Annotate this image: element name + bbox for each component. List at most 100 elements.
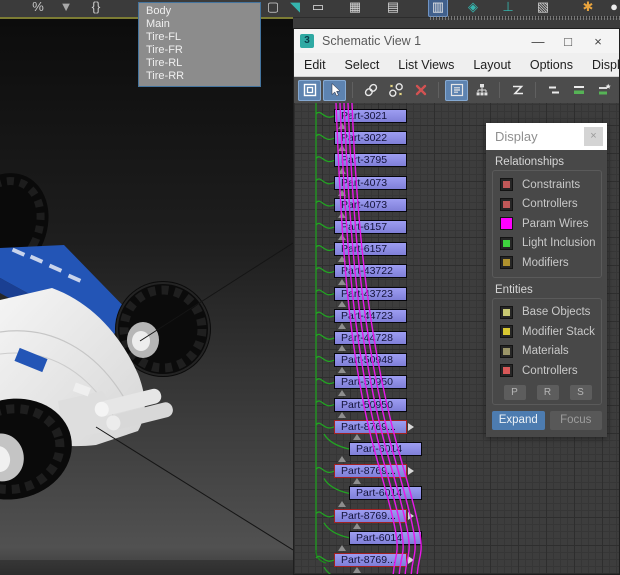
entity-checkbox-base-objects[interactable] bbox=[500, 305, 513, 319]
3dsmax-app-icon: 3 bbox=[300, 34, 314, 48]
schematic-node[interactable]: Part-3021 bbox=[334, 109, 407, 123]
render-setup-icon[interactable]: ▧ bbox=[533, 0, 553, 17]
display-floater-panel: Display × Relationships Constraints Contr… bbox=[486, 123, 607, 437]
window-titlebar[interactable]: 3 Schematic View 1 — □ × bbox=[294, 29, 619, 53]
settings-gear-icon[interactable]: ✱ bbox=[578, 0, 598, 17]
dropdown-item-tire-fr[interactable]: Tire-FR bbox=[139, 44, 260, 57]
unlink-selected-button[interactable] bbox=[384, 80, 407, 101]
close-button[interactable]: × bbox=[583, 34, 613, 49]
schematic-node[interactable]: Part-6014 bbox=[349, 530, 422, 545]
toolbar-grip-dots bbox=[430, 16, 620, 20]
dropdown-item-main[interactable]: Main bbox=[139, 18, 260, 31]
schematic-view-icon[interactable]: ▥ bbox=[428, 0, 448, 17]
schematic-node[interactable]: Part-44728 bbox=[334, 331, 407, 345]
minimize-button[interactable]: — bbox=[523, 34, 553, 49]
schematic-node[interactable]: Part-43722 bbox=[334, 264, 407, 279]
hierarchy-hook-wire bbox=[315, 467, 335, 473]
dropdown-item-tire-rr[interactable]: Tire-RR bbox=[139, 70, 260, 83]
play-flag-icon[interactable]: ◥ bbox=[285, 0, 305, 17]
schematic-node[interactable]: Part-6157 bbox=[334, 220, 407, 234]
marquee-icon[interactable]: ▭ bbox=[308, 0, 328, 17]
link-icon bbox=[364, 83, 377, 97]
schematic-node[interactable]: Part-3022 bbox=[334, 131, 407, 146]
relationship-checkbox-modifiers[interactable] bbox=[500, 256, 513, 270]
3d-viewport[interactable] bbox=[0, 17, 293, 575]
dropdown-item-body[interactable]: Body bbox=[139, 5, 260, 18]
relationship-checkbox-light-inclusion[interactable] bbox=[500, 236, 513, 250]
braces-icon[interactable]: {} bbox=[86, 0, 106, 17]
relationship-checkbox-constraints[interactable] bbox=[500, 178, 513, 192]
material-editor-icon[interactable]: ◈ bbox=[463, 0, 483, 17]
relationship-checkbox-controllers[interactable] bbox=[500, 197, 513, 211]
relationships-group-label: Relationships bbox=[495, 156, 565, 168]
focus-button[interactable]: Focus bbox=[549, 410, 602, 430]
select-icon bbox=[331, 82, 341, 97]
schematic-node[interactable]: Part-43723 bbox=[334, 286, 407, 301]
schematic-node[interactable]: Part-8769... bbox=[334, 553, 414, 567]
schematic-node[interactable]: Part-6157 bbox=[334, 242, 407, 257]
align-tool-icon[interactable]: ⊥ bbox=[498, 0, 518, 17]
align1-icon bbox=[548, 86, 559, 94]
align-center-button[interactable] bbox=[567, 80, 590, 101]
select-cursor-icon[interactable]: ▢ bbox=[263, 0, 283, 17]
schematic-node[interactable]: Part-50950 bbox=[334, 397, 407, 412]
controller-filter-p-button[interactable]: P bbox=[503, 384, 526, 400]
array-table-icon[interactable]: ▦ bbox=[345, 0, 365, 17]
render-teapot-icon[interactable]: ● bbox=[604, 0, 620, 17]
expand-arrow-icon[interactable] bbox=[408, 556, 414, 564]
schematic-node[interactable]: Part-8769... bbox=[334, 464, 414, 479]
flow-arrow-icon bbox=[353, 567, 361, 574]
move-children-button[interactable] bbox=[506, 80, 529, 101]
entity-checkbox-controllers[interactable] bbox=[500, 364, 513, 378]
toolbar-separator bbox=[352, 82, 353, 98]
layers-icon[interactable]: ▤ bbox=[383, 0, 403, 17]
hierarchy-mode-button[interactable] bbox=[445, 79, 468, 101]
schematic-node[interactable]: Part-8769... bbox=[334, 508, 414, 523]
expand-arrow-icon[interactable] bbox=[408, 422, 414, 431]
relationship-checkbox-param-wires[interactable] bbox=[500, 217, 513, 231]
schematic-node[interactable]: Part-8769... bbox=[334, 419, 414, 434]
dropdown-item-tire-rl[interactable]: Tire-RL bbox=[139, 57, 260, 70]
dropdown-arrow-icon[interactable]: ▼ bbox=[56, 0, 76, 17]
schematic-node[interactable]: Part-6014 bbox=[349, 442, 422, 456]
panel-title: Display bbox=[495, 129, 538, 144]
schematic-node[interactable]: Part-4073 bbox=[334, 175, 407, 190]
align-node-button[interactable] bbox=[592, 80, 615, 101]
expand-button[interactable]: Expand bbox=[492, 410, 545, 430]
menu-list-views[interactable]: List Views bbox=[398, 58, 454, 72]
menu-select[interactable]: Select bbox=[345, 58, 380, 72]
schematic-node[interactable]: Part-3795 bbox=[334, 153, 407, 168]
flow-arrow-icon bbox=[338, 145, 346, 152]
schematic-node[interactable]: Part-50948 bbox=[334, 353, 407, 368]
display-floater-button[interactable] bbox=[298, 79, 321, 101]
named-selection-dropdown-list[interactable]: Body Main Tire-FL Tire-FR Tire-RL Tire-RR bbox=[138, 2, 261, 87]
controller-filter-r-button[interactable]: R bbox=[536, 384, 559, 400]
dropdown-item-tire-fl[interactable]: Tire-FL bbox=[139, 31, 260, 44]
schematic-node[interactable]: Part-50950 bbox=[334, 375, 407, 390]
schematic-node[interactable]: Part-4073 bbox=[334, 197, 407, 212]
menu-layout[interactable]: Layout bbox=[473, 58, 511, 72]
delete-objects-button[interactable] bbox=[409, 80, 432, 101]
select-button[interactable] bbox=[323, 79, 346, 101]
menu-options[interactable]: Options bbox=[530, 58, 573, 72]
menu-edit[interactable]: Edit bbox=[304, 58, 326, 72]
references-mode-button[interactable] bbox=[470, 80, 493, 101]
hierarchy-hook-wire bbox=[315, 245, 335, 251]
schematic-node[interactable]: Part-44723 bbox=[334, 308, 407, 323]
hierarchy-hook-wire bbox=[315, 156, 335, 163]
connect-button[interactable] bbox=[359, 80, 382, 101]
schematic-node[interactable]: Part-6014 bbox=[349, 486, 422, 501]
expand-arrow-icon[interactable] bbox=[408, 467, 414, 476]
controller-filter-s-button[interactable]: S bbox=[569, 384, 592, 400]
entity-checkbox-materials[interactable] bbox=[500, 344, 513, 358]
maximize-button[interactable]: □ bbox=[553, 34, 583, 49]
expand-arrow-icon[interactable] bbox=[408, 511, 414, 520]
panel-close-icon[interactable]: × bbox=[584, 127, 603, 146]
menu-display[interactable]: Display bbox=[592, 58, 619, 72]
snap-percent-icon[interactable]: % bbox=[28, 0, 48, 17]
align-left-button[interactable] bbox=[542, 80, 565, 101]
panel-titlebar[interactable]: Display × bbox=[486, 123, 607, 150]
flow-arrow-icon bbox=[338, 323, 346, 329]
entity-checkbox-modifier-stack[interactable] bbox=[500, 325, 513, 339]
schematic-canvas[interactable]: Part-3021 Part-3022 Part-3795 Part-4073 Part… bbox=[294, 103, 619, 574]
